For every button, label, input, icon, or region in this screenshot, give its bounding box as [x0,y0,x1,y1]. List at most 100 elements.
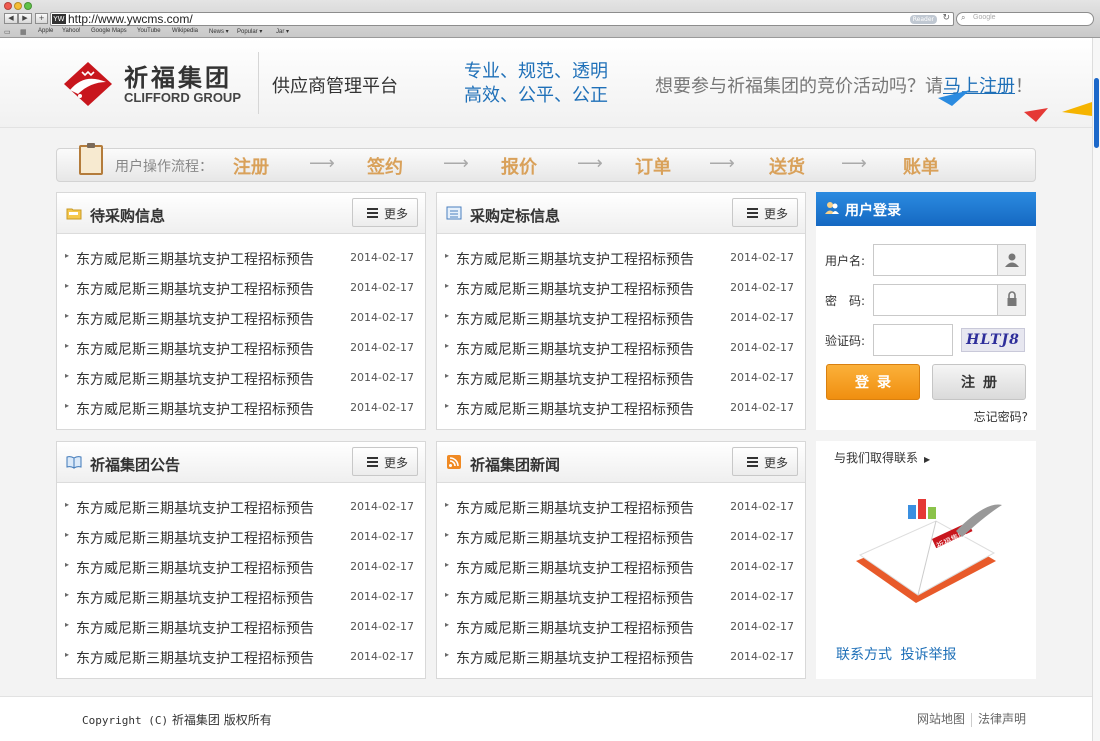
item-title-link[interactable]: 东方威尼斯三期基坑支护工程招标预告 [456,528,694,548]
list-item[interactable]: ▸ 东方威尼斯三期基坑支护工程招标预告 2014-02-17 [57,364,425,394]
list-item[interactable]: ▸ 东方威尼斯三期基坑支护工程招标预告 2014-02-17 [437,394,805,424]
list-item[interactable]: ▸ 东方威尼斯三期基坑支护工程招标预告 2014-02-17 [437,643,805,673]
reader-button[interactable]: Reader [909,15,937,24]
more-button[interactable]: 更多 [352,198,418,227]
item-title-link[interactable]: 东方威尼斯三期基坑支护工程招标预告 [76,618,314,638]
process-arrow-icon: ⟶ [309,153,335,174]
list-item[interactable]: ▸ 东方威尼斯三期基坑支护工程招标预告 2014-02-17 [437,334,805,364]
item-title-link[interactable]: 东方威尼斯三期基坑支护工程招标预告 [456,399,694,419]
search-field[interactable]: ⌕ Google [956,12,1094,26]
window-close-button[interactable] [4,2,12,10]
list-item[interactable]: ▸ 东方威尼斯三期基坑支护工程招标预告 2014-02-17 [57,334,425,364]
bookmark-item[interactable]: Wikipedia [172,28,198,34]
reload-icon[interactable]: ↻ [942,13,950,23]
list-item[interactable]: ▸ 东方威尼斯三期基坑支护工程招标预告 2014-02-17 [437,553,805,583]
item-title-link[interactable]: 东方威尼斯三期基坑支护工程招标预告 [76,339,314,359]
list-item[interactable]: ▸ 东方威尼斯三期基坑支护工程招标预告 2014-02-17 [437,304,805,334]
item-title-link[interactable]: 东方威尼斯三期基坑支护工程招标预告 [456,279,694,299]
more-button[interactable]: 更多 [732,447,798,476]
item-title-link[interactable]: 东方威尼斯三期基坑支护工程招标预告 [456,648,694,668]
list-item[interactable]: ▸ 东方威尼斯三期基坑支护工程招标预告 2014-02-17 [57,244,425,274]
more-button[interactable]: 更多 [732,198,798,227]
item-title-link[interactable]: 东方威尼斯三期基坑支护工程招标预告 [456,558,694,578]
item-title-link[interactable]: 东方威尼斯三期基坑支护工程招标预告 [456,309,694,329]
forgot-password-link[interactable]: 忘记密码? [974,408,1028,425]
more-button[interactable]: 更多 [352,447,418,476]
back-icon[interactable]: ◀ [4,13,18,24]
item-title-link[interactable]: 东方威尼斯三期基坑支护工程招标预告 [76,279,314,299]
item-date: 2014-02-17 [350,371,414,384]
list-item[interactable]: ▸ 东方威尼斯三期基坑支护工程招标预告 2014-02-17 [437,244,805,274]
list-item[interactable]: ▸ 东方威尼斯三期基坑支护工程招标预告 2014-02-17 [57,304,425,334]
item-title-link[interactable]: 东方威尼斯三期基坑支护工程招标预告 [456,369,694,389]
bookmark-item[interactable]: Popular ▾ [237,28,262,35]
item-title-link[interactable]: 东方威尼斯三期基坑支护工程招标预告 [456,249,694,269]
more-label: 更多 [764,456,789,470]
list-item[interactable]: ▸ 东方威尼斯三期基坑支护工程招标预告 2014-02-17 [57,643,425,673]
captcha-input[interactable] [876,326,950,354]
bullet-icon: ▸ [445,590,450,599]
item-title-link[interactable]: 东方威尼斯三期基坑支护工程招标预告 [456,618,694,638]
bookmark-item[interactable]: Jar ▾ [276,28,289,35]
complaint-link[interactable]: 投诉举报 [900,647,956,663]
bookmark-item[interactable]: News ▾ [209,28,229,35]
list-item[interactable]: ▸ 东方威尼斯三期基坑支护工程招标预告 2014-02-17 [57,274,425,304]
forward-icon[interactable]: ▶ [18,13,32,24]
clifford-logo-icon[interactable] [62,60,114,108]
bookmark-item[interactable]: YouTube [137,28,161,34]
list-item[interactable]: ▸ 东方威尼斯三期基坑支护工程招标预告 2014-02-17 [57,523,425,553]
scrollbar-thumb[interactable] [1094,78,1099,148]
vertical-scrollbar[interactable] [1092,38,1100,741]
contact-info-link[interactable]: 联系方式 [836,647,892,663]
process-step-bill[interactable]: 账单 [903,153,939,179]
process-step-order[interactable]: 订单 [635,153,671,179]
list-item[interactable]: ▸ 东方威尼斯三期基坑支护工程招标预告 2014-02-17 [437,364,805,394]
bookmark-item[interactable]: Apple [38,28,53,34]
process-step-delivery[interactable]: 送货 [769,153,805,179]
address-bar[interactable]: YW http://www.ywcms.com/ Reader ↻ [50,12,954,26]
list-item[interactable]: ▸ 东方威尼斯三期基坑支护工程招标预告 2014-02-17 [437,583,805,613]
item-title-link[interactable]: 东方威尼斯三期基坑支护工程招标预告 [76,399,314,419]
sitemap-link[interactable]: 网站地图 [917,712,965,726]
url-text[interactable]: http://www.ywcms.com/ [68,12,193,26]
item-title-link[interactable]: 东方威尼斯三期基坑支护工程招标预告 [456,498,694,518]
bookmark-item[interactable]: Google Maps [91,28,127,34]
item-title-link[interactable]: 东方威尼斯三期基坑支护工程招标预告 [76,648,314,668]
captcha-image[interactable]: HLTJ8 [961,328,1025,352]
list-item[interactable]: ▸ 东方威尼斯三期基坑支护工程招标预告 2014-02-17 [57,583,425,613]
list-item[interactable]: ▸ 东方威尼斯三期基坑支护工程招标预告 2014-02-17 [57,613,425,643]
item-title-link[interactable]: 东方威尼斯三期基坑支护工程招标预告 [76,498,314,518]
invite-text: 想要参与祈福集团的竞价活动吗？请 [655,76,943,97]
login-button[interactable]: 登录 [826,364,920,400]
top-sites-icon[interactable]: ▦ [20,28,27,36]
process-arrow-icon: ⟶ [841,153,867,174]
process-step-sign[interactable]: 签约 [367,153,403,179]
password-input[interactable] [876,287,994,313]
add-bookmark-icon[interactable]: + [35,13,48,24]
window-minimize-button[interactable] [14,2,22,10]
item-title-link[interactable]: 东方威尼斯三期基坑支护工程招标预告 [76,558,314,578]
item-title-link[interactable]: 东方威尼斯三期基坑支护工程招标预告 [76,249,314,269]
reading-list-icon[interactable]: ▭ [4,28,11,36]
list-item[interactable]: ▸ 东方威尼斯三期基坑支护工程招标预告 2014-02-17 [437,523,805,553]
list-item[interactable]: ▸ 东方威尼斯三期基坑支护工程招标预告 2014-02-17 [437,493,805,523]
list-item[interactable]: ▸ 东方威尼斯三期基坑支护工程招标预告 2014-02-17 [57,394,425,424]
username-input[interactable] [876,247,994,273]
list-item[interactable]: ▸ 东方威尼斯三期基坑支护工程招标预告 2014-02-17 [57,493,425,523]
contact-header[interactable]: 与我们取得联系 ▶ [834,449,930,466]
item-title-link[interactable]: 东方威尼斯三期基坑支护工程招标预告 [76,369,314,389]
legal-notice-link[interactable]: 法律声明 [978,712,1026,726]
item-title-link[interactable]: 东方威尼斯三期基坑支护工程招标预告 [456,339,694,359]
item-title-link[interactable]: 东方威尼斯三期基坑支护工程招标预告 [456,588,694,608]
process-step-quote[interactable]: 报价 [501,153,537,179]
register-button[interactable]: 注册 [932,364,1026,400]
list-item[interactable]: ▸ 东方威尼斯三期基坑支护工程招标预告 2014-02-17 [437,274,805,304]
bookmark-item[interactable]: Yahoo! [62,28,81,34]
process-step-register[interactable]: 注册 [233,153,269,179]
item-title-link[interactable]: 东方威尼斯三期基坑支护工程招标预告 [76,309,314,329]
item-title-link[interactable]: 东方威尼斯三期基坑支护工程招标预告 [76,528,314,548]
item-title-link[interactable]: 东方威尼斯三期基坑支护工程招标预告 [76,588,314,608]
list-item[interactable]: ▸ 东方威尼斯三期基坑支护工程招标预告 2014-02-17 [437,613,805,643]
window-zoom-button[interactable] [24,2,32,10]
list-item[interactable]: ▸ 东方威尼斯三期基坑支护工程招标预告 2014-02-17 [57,553,425,583]
